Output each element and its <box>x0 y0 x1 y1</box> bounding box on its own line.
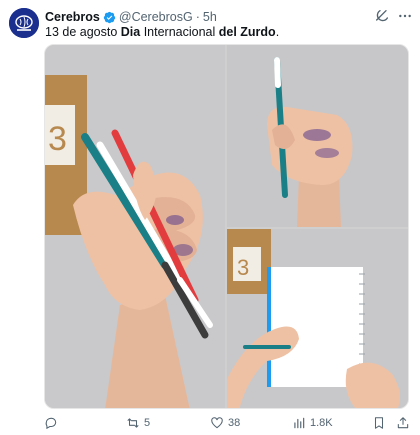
verified-badge-icon <box>103 11 116 23</box>
more-icon[interactable] <box>397 8 413 24</box>
avatar[interactable] <box>9 8 39 38</box>
like-icon <box>211 417 223 429</box>
like-button[interactable]: 38 <box>210 414 240 432</box>
media-grid: 3 3 <box>44 44 409 409</box>
reply-button[interactable] <box>44 414 62 432</box>
retweet-icon <box>127 418 139 428</box>
tweet-text-date: 13 de agosto <box>45 25 121 39</box>
share-icon <box>397 417 409 429</box>
tweet-time[interactable]: 5h <box>203 10 217 24</box>
reply-icon <box>45 417 57 430</box>
tweet-card[interactable]: Cerebros @CerebrosG · 5h 13 de agosto Di… <box>0 0 420 435</box>
media-image-writing-notebook[interactable]: 3 <box>227 229 408 408</box>
tweet-text-end: . <box>275 25 280 39</box>
calendar-number-2: 3 <box>237 255 249 280</box>
media-image-fist-with-pen[interactable] <box>227 45 408 227</box>
grok-icon[interactable] <box>374 8 390 24</box>
like-count: 38 <box>228 417 241 429</box>
retweet-count: 5 <box>144 417 151 429</box>
tweet-text-bold-dia: Dia <box>120 25 141 39</box>
tweet-header: Cerebros @CerebrosG · 5h <box>45 8 217 26</box>
views-count: 1.8K <box>310 417 333 429</box>
calendar-number-1: 3 <box>48 120 67 158</box>
author-name[interactable]: Cerebros <box>45 10 100 24</box>
bookmark-icon <box>374 417 384 429</box>
tweet-text-bold-zurdo: del Zurdo <box>218 25 276 39</box>
header-separator: · <box>195 10 200 24</box>
views-button[interactable]: 1.8K <box>292 414 333 432</box>
views-icon <box>294 417 305 429</box>
author-handle[interactable]: @CerebrosG <box>119 10 193 24</box>
tweet-text-mid: Internacional <box>140 25 219 39</box>
tweet-text: 13 de agosto Dia Internacional del Zurdo… <box>45 25 279 39</box>
retweet-button[interactable]: 5 <box>126 414 150 432</box>
share-button[interactable] <box>396 414 410 432</box>
action-bar: 5 38 1.8K <box>44 414 414 432</box>
media-image-hand-holding-pens[interactable]: 3 <box>45 45 225 408</box>
bookmark-button[interactable] <box>372 414 386 432</box>
